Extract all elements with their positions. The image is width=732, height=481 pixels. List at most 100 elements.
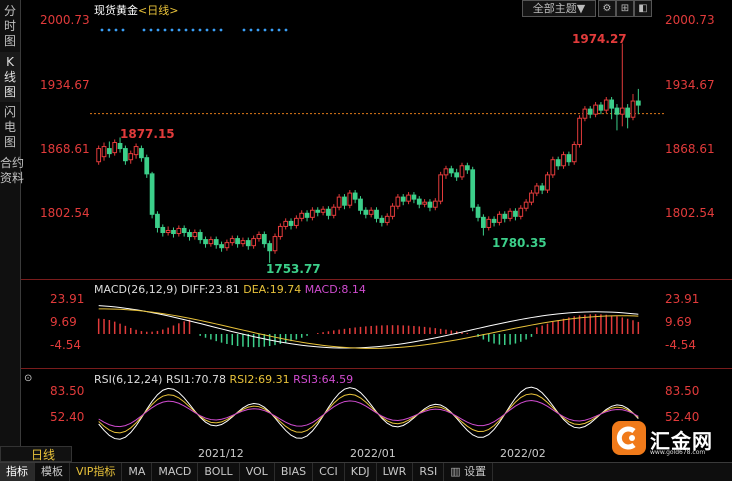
candle-body: [481, 216, 486, 228]
candle-body: [507, 210, 513, 219]
tab-contract-info-label: 合约资料: [0, 156, 25, 185]
signal-dot: [191, 28, 195, 32]
tab-contract-info[interactable]: 合约资料: [0, 152, 25, 220]
candle-body: [406, 194, 411, 202]
tab-settings[interactable]: ▥ 设置: [444, 463, 494, 481]
signal-dot: [163, 28, 167, 32]
divider-1: [21, 279, 732, 280]
candle-body: [593, 104, 598, 115]
signal-dot: [256, 28, 260, 32]
period-selector[interactable]: 日线: [0, 446, 72, 462]
macd-chart[interactable]: [90, 290, 665, 365]
tab-lightning[interactable]: 闪电图: [0, 102, 21, 155]
tab-macd[interactable]: MACD: [152, 463, 199, 481]
signal-dot: [242, 28, 246, 32]
annotation-low-right: 1780.35: [492, 236, 547, 250]
signal-dot: [249, 28, 253, 32]
macd-axis-left-1: 23.91: [50, 292, 85, 306]
candle-body: [438, 174, 444, 202]
candle-body: [427, 201, 433, 208]
candle-body: [598, 104, 604, 111]
signal-dot: [142, 28, 146, 32]
tab-kline[interactable]: K线图: [0, 52, 21, 105]
tab-kline-label: K线图: [4, 55, 17, 99]
signal-dot: [156, 28, 160, 32]
annotation-high-right: 1974.27: [572, 32, 627, 46]
tab-ma[interactable]: MA: [122, 463, 153, 481]
candle-body: [497, 213, 502, 223]
tab-cci[interactable]: CCI: [313, 463, 345, 481]
candle-body: [219, 244, 224, 249]
candle-body: [299, 212, 305, 219]
candle-body: [577, 117, 582, 146]
candle-body: [358, 198, 363, 211]
tab-lightning-label: 闪电图: [4, 105, 17, 149]
candle-body: [555, 159, 561, 167]
candle-body: [197, 232, 203, 241]
candle-body: [422, 201, 427, 205]
tab-bias[interactable]: BIAS: [275, 463, 314, 481]
candle-body: [518, 207, 524, 217]
candle-body: [235, 238, 240, 245]
tab-boll[interactable]: BOLL: [198, 463, 240, 481]
candle-body: [245, 240, 251, 247]
candle-body: [165, 229, 171, 234]
candle-body: [203, 239, 208, 245]
tab-vol[interactable]: VOL: [240, 463, 275, 481]
macd-axis-right-2: 9.69: [665, 315, 692, 329]
tab-rsi[interactable]: RSI: [413, 463, 445, 481]
candle-body: [539, 185, 545, 191]
candle-body: [181, 227, 187, 234]
candle-body: [144, 157, 150, 175]
signal-dot: [263, 28, 267, 32]
candle-body: [390, 205, 395, 217]
bars-icon: ▥: [450, 465, 461, 478]
candle-body: [614, 107, 620, 115]
rsi-chart[interactable]: [90, 384, 665, 444]
candle-body: [293, 217, 299, 226]
divider-2: [21, 368, 732, 369]
candle-body: [475, 206, 481, 218]
candle-body: [587, 108, 593, 115]
candle-body: [96, 148, 102, 163]
tab-timeshare[interactable]: 分时图: [0, 0, 21, 56]
price-axis-left-3: 1868.61: [40, 142, 90, 156]
signal-dot: [121, 28, 125, 32]
candle-body: [171, 229, 176, 235]
candle-body: [363, 209, 369, 215]
candle-body: [272, 236, 278, 252]
price-axis-left-1: 2000.73: [40, 13, 90, 27]
tab-kdj[interactable]: KDJ: [345, 463, 377, 481]
candle-body: [155, 213, 160, 228]
candle-body: [635, 100, 641, 106]
signal-dot: [100, 28, 104, 32]
candle-body: [352, 192, 358, 200]
candle-body: [603, 99, 609, 111]
candle-body: [513, 210, 518, 217]
candle-body: [545, 174, 550, 191]
signal-dot: [270, 28, 274, 32]
candle-body: [561, 154, 566, 167]
tab-lwr[interactable]: LWR: [377, 463, 414, 481]
macd-axis-left-2: 9.69: [50, 315, 77, 329]
signal-dot: [107, 28, 111, 32]
candle-body: [571, 144, 577, 163]
tab-vip-indicators[interactable]: VIP指标: [70, 463, 123, 481]
tab-indicators[interactable]: 指标: [0, 463, 35, 481]
candle-body: [331, 206, 337, 216]
candle-body: [609, 99, 614, 109]
logo-mark-icon: [612, 421, 646, 455]
tab-templates[interactable]: 模板: [35, 463, 70, 481]
candle-body: [240, 240, 246, 245]
signal-dot: [177, 28, 181, 32]
candle-body: [432, 200, 438, 208]
indicator-icon[interactable]: ⊙: [24, 373, 32, 384]
candle-body: [229, 238, 235, 244]
candle-body: [256, 234, 262, 240]
candle-body: [459, 165, 465, 178]
signal-dot: [219, 28, 223, 32]
candle-body: [347, 192, 353, 206]
price-axis-left-2: 1934.67: [40, 78, 90, 92]
candle-body: [139, 148, 144, 159]
signal-dot: [277, 28, 281, 32]
